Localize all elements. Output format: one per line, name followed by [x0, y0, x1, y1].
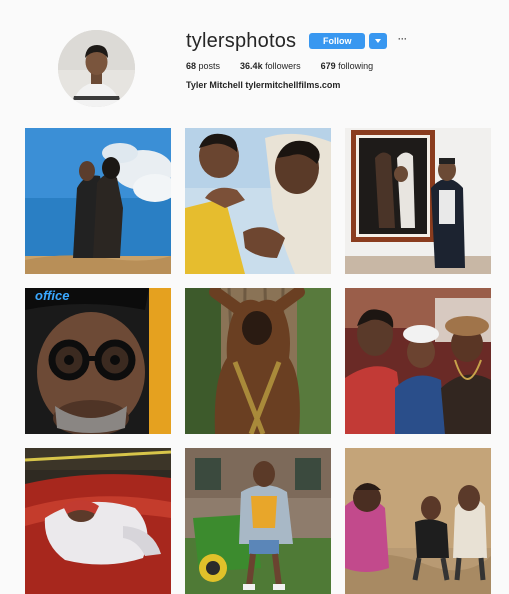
following-label: following	[338, 61, 374, 71]
post-image	[25, 128, 171, 274]
more-options-button[interactable]: ···	[397, 32, 407, 44]
post-thumbnail[interactable]	[185, 288, 331, 434]
following-stat[interactable]: 679 following	[321, 61, 374, 71]
profile-header: tylersphotos Follow ··· 68 posts 36.4k f…	[0, 0, 509, 120]
profile-bio: Tyler Mitchell tylermitchellfilms.com	[186, 80, 486, 90]
website-link[interactable]: tylermitchellfilms.com	[245, 80, 340, 90]
post-image	[25, 448, 171, 594]
profile-info: tylersphotos Follow ··· 68 posts 36.4k f…	[186, 30, 486, 90]
following-count: 679	[320, 61, 336, 71]
username: tylersphotos	[186, 30, 297, 52]
post-image	[185, 448, 331, 594]
post-caption-text: office	[35, 288, 69, 303]
suggestions-dropdown-button[interactable]	[369, 33, 388, 49]
followers-stat[interactable]: 36.4k followers	[240, 61, 301, 71]
post-thumbnail[interactable]: office	[25, 288, 171, 434]
profile-stats: 68 posts 36.4k followers 679 following	[186, 61, 486, 71]
followers-count: 36.4k	[240, 61, 263, 71]
post-thumbnail[interactable]	[185, 448, 331, 594]
post-thumbnail[interactable]	[345, 288, 491, 434]
post-thumbnail[interactable]	[25, 448, 171, 594]
chevron-down-icon	[375, 39, 382, 43]
posts-count: 68	[186, 61, 197, 71]
post-thumbnail[interactable]	[345, 128, 491, 274]
post-image: office	[25, 288, 171, 434]
followers-label: followers	[265, 61, 301, 71]
post-image	[185, 288, 331, 434]
post-image	[185, 128, 331, 274]
post-image	[345, 448, 491, 594]
post-thumbnail[interactable]	[25, 128, 171, 274]
follow-button[interactable]: Follow	[309, 33, 366, 49]
full-name: Tyler Mitchell	[186, 80, 243, 90]
post-image	[345, 288, 491, 434]
posts-stat: 68 posts	[186, 61, 220, 71]
post-image	[345, 128, 491, 274]
profile-title-row: tylersphotos Follow ···	[186, 30, 486, 52]
profile-avatar[interactable]	[58, 30, 135, 107]
post-thumbnail[interactable]	[185, 128, 331, 274]
posts-label: posts	[198, 61, 221, 71]
post-thumbnail[interactable]	[345, 448, 491, 594]
